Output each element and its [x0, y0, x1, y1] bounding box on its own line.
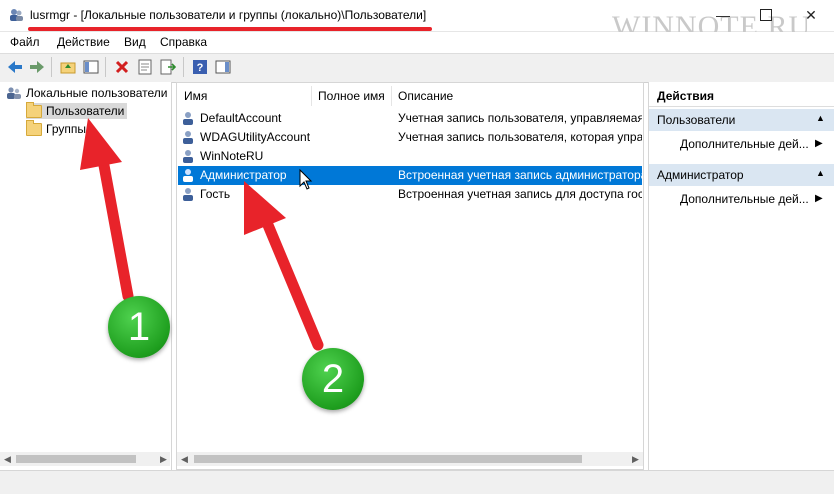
mouse-cursor-icon: [299, 168, 313, 190]
step-badge-1: 1: [108, 296, 170, 358]
step-badge-2: 2: [302, 348, 364, 410]
red-arrow-1: [80, 118, 134, 302]
annotation-overlay: [80, 118, 324, 351]
red-arrow-2: [244, 181, 324, 351]
